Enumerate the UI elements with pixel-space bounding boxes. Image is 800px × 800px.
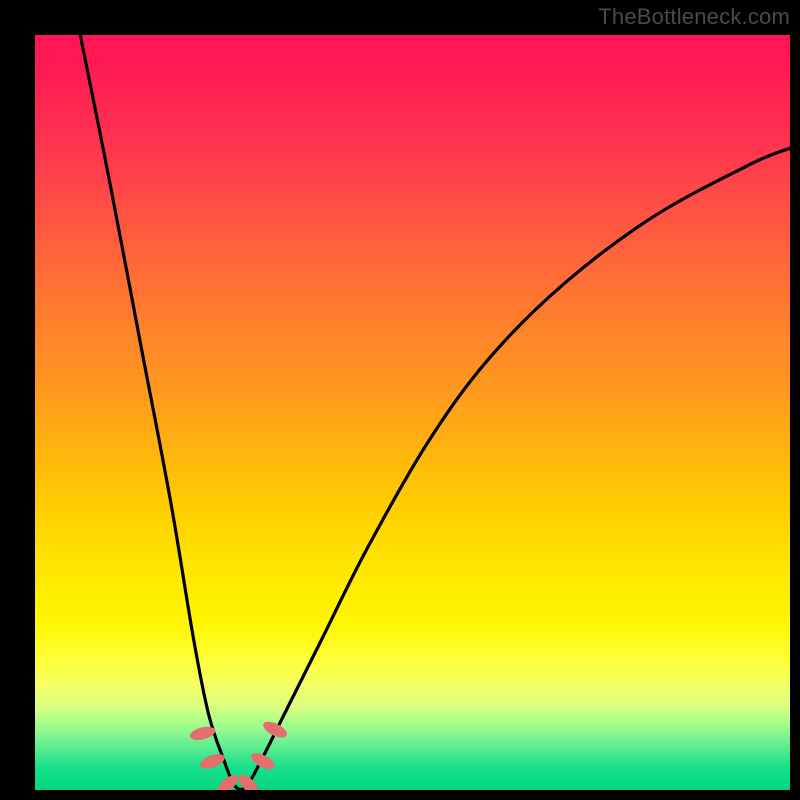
- curve-marker: [261, 718, 290, 740]
- plot-area: [35, 35, 790, 790]
- curve-marker: [249, 750, 278, 773]
- chart-frame: TheBottleneck.com: [0, 0, 800, 800]
- chart-svg: [35, 35, 790, 790]
- bottleneck-curve: [80, 35, 790, 790]
- attribution-text: TheBottleneck.com: [598, 4, 790, 30]
- curve-marker: [235, 771, 262, 790]
- marker-layer: [189, 718, 290, 790]
- curve-layer: [80, 35, 790, 790]
